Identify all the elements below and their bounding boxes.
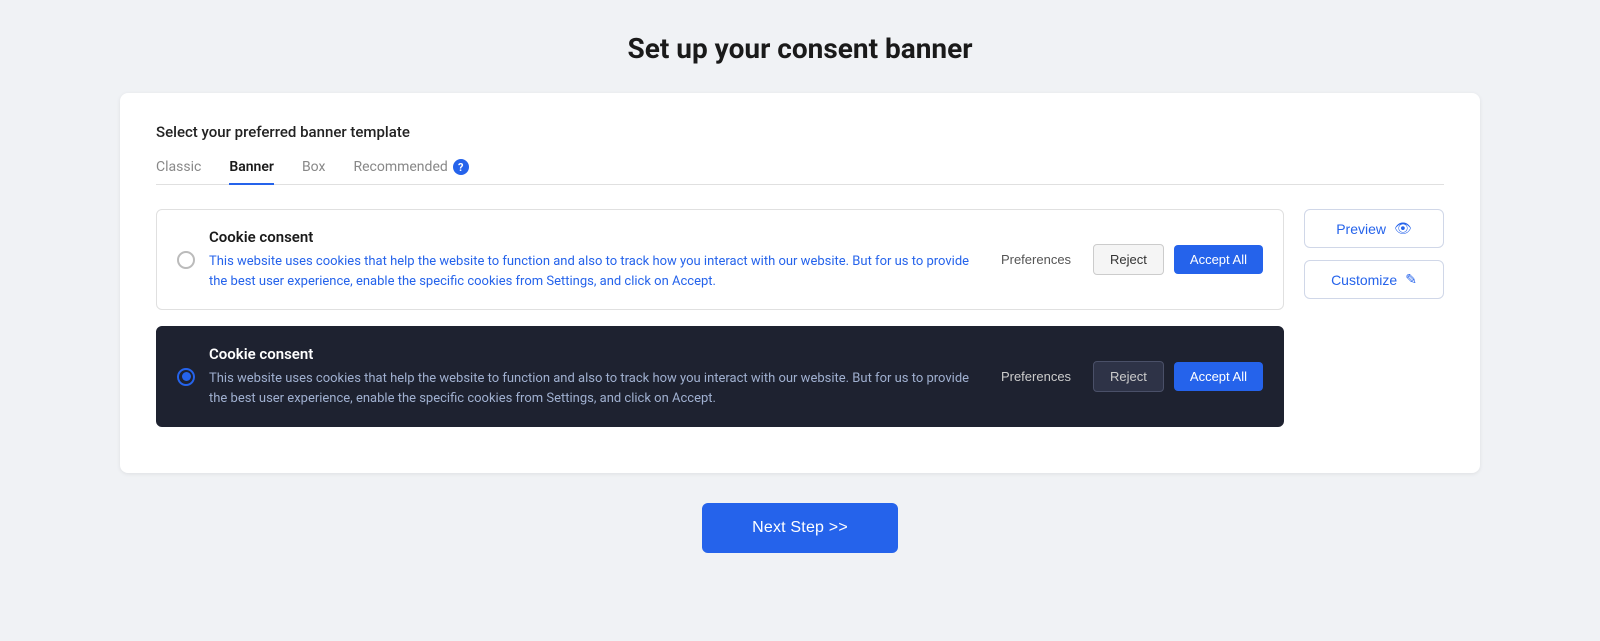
tab-banner[interactable]: Banner xyxy=(229,159,274,185)
section-label: Select your preferred banner template xyxy=(156,123,1444,141)
preview-button[interactable]: Preview 👁 xyxy=(1304,209,1444,248)
side-actions: Preview 👁 Customize ✎ xyxy=(1304,209,1444,299)
banner-option-dark[interactable]: Cookie consent This website uses cookies… xyxy=(156,326,1284,427)
banner-actions-dark: Preferences Reject Accept All xyxy=(989,361,1263,392)
banner-desc-dark: This website uses cookies that help the … xyxy=(209,369,975,408)
banner-desc-light: This website uses cookies that help the … xyxy=(209,252,975,291)
tab-recommended[interactable]: Recommended ? xyxy=(353,159,468,185)
main-container: Select your preferred banner template Cl… xyxy=(0,93,1600,473)
tabs: Classic Banner Box Recommended ? xyxy=(156,159,1444,185)
btn-reject-dark[interactable]: Reject xyxy=(1093,361,1164,392)
banner-content-light: Cookie consent This website uses cookies… xyxy=(209,228,975,291)
banner-option-light[interactable]: Cookie consent This website uses cookies… xyxy=(156,209,1284,310)
eye-icon: 👁 xyxy=(1394,220,1412,237)
pencil-icon: ✎ xyxy=(1405,271,1417,288)
radio-dot-dark xyxy=(182,372,191,381)
customize-label: Customize xyxy=(1331,272,1397,288)
next-step-button[interactable]: Next Step >> xyxy=(702,503,898,553)
banner-title-dark: Cookie consent xyxy=(209,345,975,363)
card: Select your preferred banner template Cl… xyxy=(120,93,1480,473)
preview-label: Preview xyxy=(1336,221,1386,237)
btn-preferences-dark[interactable]: Preferences xyxy=(989,363,1083,390)
help-icon: ? xyxy=(453,159,469,175)
radio-light[interactable] xyxy=(177,251,195,269)
options-row: Cookie consent This website uses cookies… xyxy=(156,209,1444,427)
tab-box[interactable]: Box xyxy=(302,159,326,185)
banner-content-dark: Cookie consent This website uses cookies… xyxy=(209,345,975,408)
banner-actions-light: Preferences Reject Accept All xyxy=(989,244,1263,275)
tab-classic[interactable]: Classic xyxy=(156,159,201,185)
next-step-area: Next Step >> xyxy=(702,503,898,553)
page-title: Set up your consent banner xyxy=(628,32,973,65)
banner-title-light: Cookie consent xyxy=(209,228,975,246)
btn-accept-dark[interactable]: Accept All xyxy=(1174,362,1263,391)
options-list: Cookie consent This website uses cookies… xyxy=(156,209,1284,427)
btn-preferences-light[interactable]: Preferences xyxy=(989,246,1083,273)
btn-accept-light[interactable]: Accept All xyxy=(1174,245,1263,274)
customize-button[interactable]: Customize ✎ xyxy=(1304,260,1444,299)
radio-dark[interactable] xyxy=(177,368,195,386)
btn-reject-light[interactable]: Reject xyxy=(1093,244,1164,275)
